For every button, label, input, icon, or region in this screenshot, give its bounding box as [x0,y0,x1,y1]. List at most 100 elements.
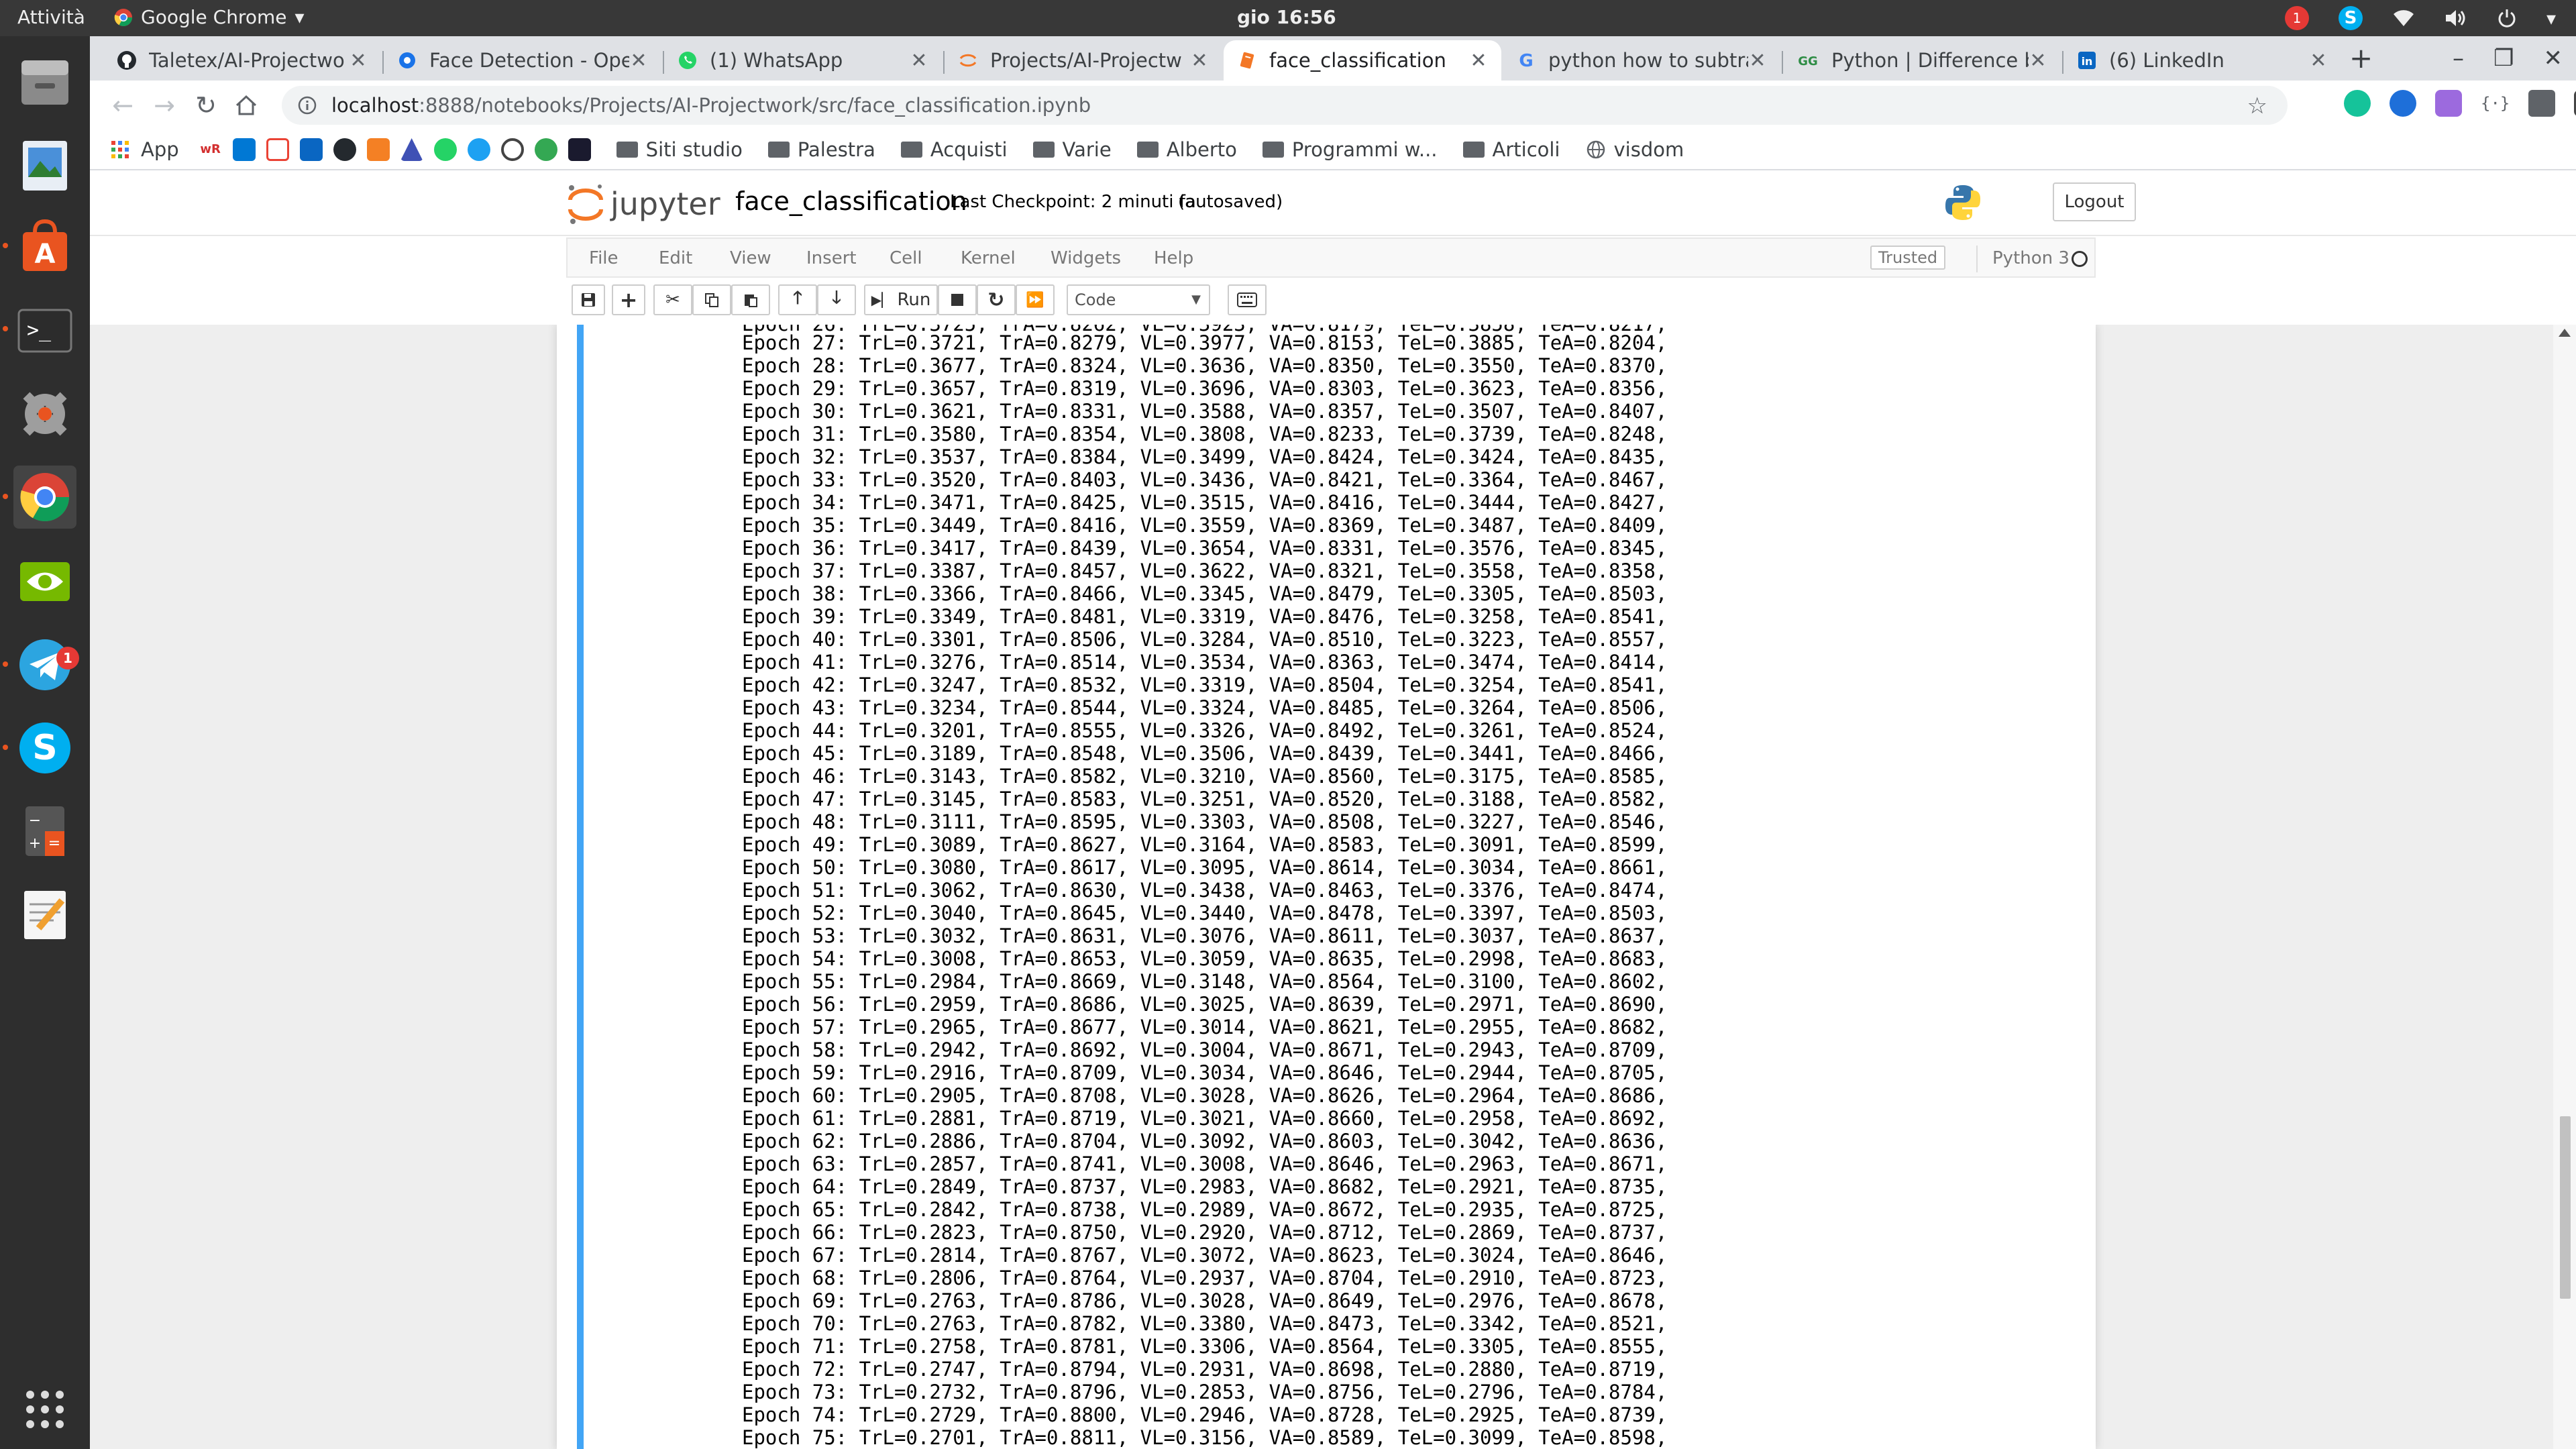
show-applications-icon[interactable] [13,1378,76,1441]
scroll-thumb[interactable] [2560,1116,2571,1299]
volume-icon[interactable] [2445,9,2467,28]
bookmark-folder-palestra[interactable]: Palestra [767,138,875,161]
bookmark-triangle-icon[interactable] [400,138,423,161]
new-tab-button[interactable]: + [2349,42,2373,74]
copy-cell-button[interactable] [692,284,731,315]
cell-type-select[interactable]: Code ▼ [1067,284,1210,315]
bookmark-dark-icon[interactable] [568,138,591,161]
tab-whatsapp[interactable]: (1) WhatsApp ✕ [664,40,942,80]
skype-tray-icon[interactable]: S [2338,6,2363,30]
image-viewer-icon[interactable] [13,134,76,197]
bookmark-folder-siti-studio[interactable]: Siti studio [616,138,743,161]
restart-run-all-button[interactable]: ⏩ [1016,284,1055,315]
close-icon[interactable]: ✕ [1190,49,1209,72]
info-icon[interactable] [298,96,317,115]
menu-view[interactable]: View [730,248,771,268]
extension-icon[interactable] [2390,90,2416,117]
menu-kernel[interactable]: Kernel [961,248,1016,268]
extension-icon[interactable] [2528,90,2556,117]
paste-cell-button[interactable] [731,284,770,315]
insert-cell-button[interactable]: + [612,284,645,315]
reload-icon[interactable]: ↻ [191,90,221,121]
address-bar[interactable]: localhost:8888/notebooks/Projects/AI-Pro… [282,86,2288,125]
extension-icon[interactable] [2435,90,2462,117]
save-button[interactable] [572,284,605,315]
menu-edit[interactable]: Edit [659,248,692,268]
trusted-badge[interactable]: Trusted [1870,246,1946,270]
scroll-up-icon[interactable] [2559,329,2571,337]
clock[interactable]: gio 16:56 [1237,6,1336,28]
tab-projects[interactable]: Projects/AI-Projectw ✕ [945,40,1222,80]
app-menu[interactable]: Google Chrome ▾ [114,6,305,28]
bookmark-folder-varie[interactable]: Varie [1032,138,1112,161]
interrupt-kernel-button[interactable] [938,284,977,315]
files-icon[interactable] [13,51,76,114]
close-icon[interactable]: ✕ [629,49,648,72]
menu-insert[interactable]: Insert [806,248,857,268]
menu-cell[interactable]: Cell [890,248,922,268]
bookmark-folder-acquisti[interactable]: Acquisti [900,138,1008,161]
menu-help[interactable]: Help [1154,248,1193,268]
chevron-down-icon[interactable]: ▾ [2546,7,2556,30]
nvidia-icon[interactable] [13,550,76,613]
page-scrollbar[interactable] [2553,325,2576,1449]
maximize-icon[interactable]: ❐ [2493,45,2514,72]
stackoverflow-icon[interactable] [366,138,390,161]
wordreference-icon[interactable]: wR [199,138,222,161]
activities-button[interactable]: Attività [17,6,85,28]
bookmark-circle-icon[interactable] [500,138,524,161]
bookmark-folder-programmi[interactable]: Programmi w... [1262,138,1438,161]
menu-file[interactable]: File [589,248,619,268]
grammarly-icon[interactable] [2344,90,2371,117]
linkedin-icon[interactable] [299,138,323,161]
tab-google-search[interactable]: G python how to subtra ✕ [1503,40,1780,80]
run-button[interactable]: ▶▏ Run [864,284,938,315]
tab-face-detection[interactable]: Face Detection - Ope ✕ [384,40,661,80]
bookmark-h-icon[interactable] [534,138,557,161]
home-icon[interactable] [231,90,262,121]
bookmark-folder-articoli[interactable]: Articoli [1462,138,1560,161]
terminal-icon[interactable]: >_ [13,299,76,362]
settings-tools-icon[interactable] [13,382,76,445]
notebook-name[interactable]: face_classification [735,186,967,216]
restart-kernel-button[interactable]: ↻ [977,284,1016,315]
bookmark-apps[interactable]: App [141,138,179,161]
move-down-button[interactable]: 🡓 [817,284,856,315]
gmail-icon[interactable] [266,138,289,161]
star-icon[interactable]: ☆ [2247,93,2267,119]
cut-cell-button[interactable]: ✂ [653,284,692,315]
power-icon[interactable] [2497,8,2517,28]
close-icon[interactable]: ✕ [2309,49,2328,72]
twitter-icon[interactable] [467,138,490,161]
json-viewer-icon[interactable]: {·} [2481,94,2510,113]
close-icon[interactable]: ✕ [349,49,368,72]
move-up-button[interactable]: 🡑 [778,284,817,315]
tab-linkedin[interactable]: in (6) LinkedIn ✕ [2063,40,2341,80]
apps-grid-icon[interactable] [110,140,130,160]
github-icon[interactable] [333,138,356,161]
close-icon[interactable]: ✕ [2029,49,2047,72]
menu-widgets[interactable]: Widgets [1051,248,1121,268]
notification-icon[interactable]: 1 [2284,6,2309,30]
forward-icon[interactable]: → [149,90,180,121]
whatsapp-icon[interactable] [433,138,457,161]
jupyter-logo[interactable]: jupyter [566,182,720,225]
close-icon[interactable]: ✕ [2544,45,2563,72]
software-center-icon[interactable]: A [13,216,76,279]
tab-geeksforgeeks[interactable]: GG Python | Difference b ✕ [1783,40,2061,80]
close-icon[interactable]: ✕ [1748,49,1767,72]
close-icon[interactable]: ✕ [910,49,928,72]
bookmark-folder-alberto[interactable]: Alberto [1136,138,1237,161]
wifi-icon[interactable] [2392,9,2415,28]
tab-taletex-github[interactable]: Taletex/AI-Projectwo ✕ [103,40,381,80]
command-palette-button[interactable] [1228,284,1267,315]
tab-face-classification[interactable]: face_classification ✕ [1224,40,1501,80]
text-editor-icon[interactable] [13,883,76,946]
chrome-icon[interactable] [13,466,76,529]
outlook-icon[interactable] [232,138,256,161]
kernel-name[interactable]: Python 3 [1992,248,2070,268]
logout-button[interactable]: Logout [2053,182,2136,221]
close-icon[interactable]: ✕ [1469,49,1488,72]
skype-icon[interactable]: S [13,716,76,780]
back-icon[interactable]: ← [107,90,138,121]
